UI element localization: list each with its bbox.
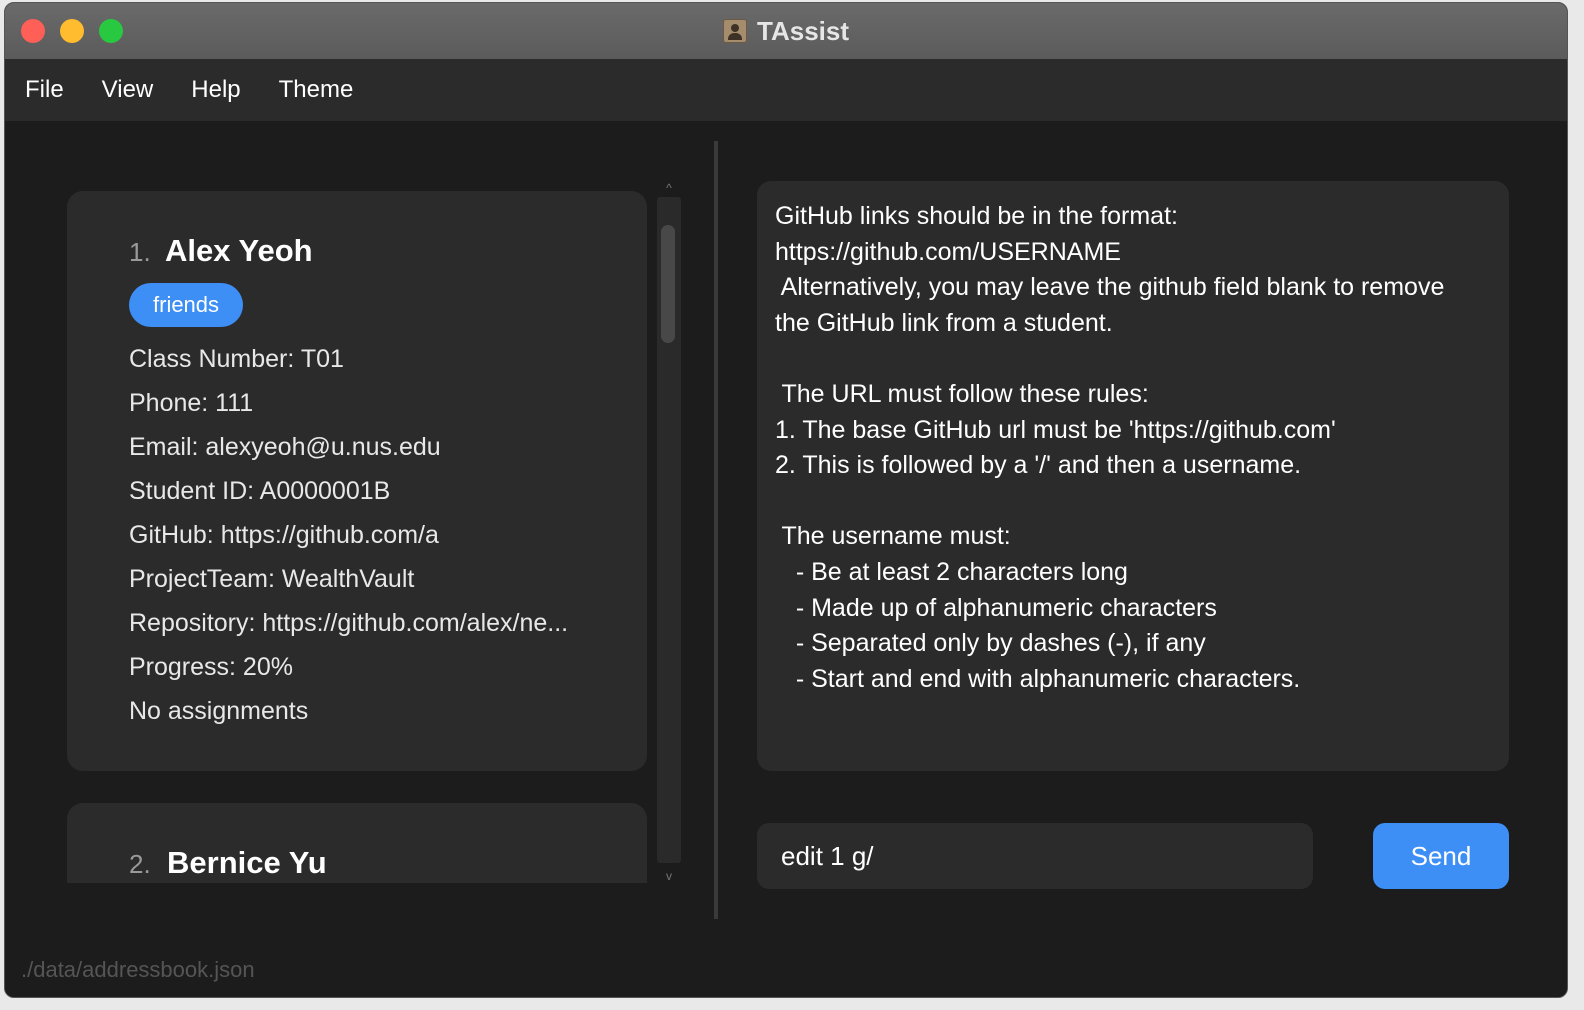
tag-badge: friends	[129, 283, 244, 327]
project-team-field: ProjectTeam: WealthVault	[129, 565, 415, 593]
student-name: Bernice Yu	[167, 845, 327, 880]
split-pane-divider[interactable]	[714, 141, 718, 919]
student-card[interactable]: 2. Bernice Yu	[67, 803, 647, 883]
result-display: GitHub links should be in the format: ht…	[757, 181, 1509, 771]
send-button[interactable]: Send	[1373, 823, 1509, 889]
scroll-thumb[interactable]	[661, 225, 675, 343]
student-name: Alex Yeoh	[165, 233, 313, 268]
address-book-icon	[723, 19, 747, 43]
email-field: Email: alexyeoh@u.nus.edu	[129, 433, 441, 461]
student-id-field: Student ID: A0000001B	[129, 477, 391, 505]
menu-file[interactable]: File	[25, 76, 64, 104]
command-input[interactable]	[757, 823, 1313, 889]
student-index: 1.	[129, 237, 151, 267]
progress-field: Progress: 20%	[129, 653, 293, 681]
scroll-up-arrow-icon[interactable]: ^	[657, 179, 681, 197]
window-title: TAssist	[757, 15, 849, 46]
repository-field: Repository: https://github.com/alex/ne..…	[129, 609, 569, 637]
result-message: GitHub links should be in the format: ht…	[775, 202, 1445, 693]
student-card[interactable]: 1. Alex Yeoh friends Class Number: T01 P…	[67, 191, 647, 771]
menu-bar: File View Help Theme	[5, 59, 1567, 121]
github-field: GitHub: https://github.com/a	[129, 521, 439, 549]
app-window: TAssist File View Help Theme 1. Alex Yeo…	[4, 2, 1568, 998]
list-scrollbar[interactable]: ^ v	[657, 179, 681, 885]
student-index: 2.	[129, 849, 151, 879]
student-list[interactable]: 1. Alex Yeoh friends Class Number: T01 P…	[67, 191, 647, 883]
menu-help[interactable]: Help	[191, 76, 240, 104]
scroll-track[interactable]	[657, 197, 681, 863]
scroll-down-arrow-icon[interactable]: v	[657, 867, 681, 885]
menu-view[interactable]: View	[102, 76, 154, 104]
window-title-group: TAssist	[5, 3, 1567, 59]
status-bar-path: ./data/addressbook.json	[21, 957, 255, 982]
main-content: 1. Alex Yeoh friends Class Number: T01 P…	[5, 121, 1567, 997]
menu-theme[interactable]: Theme	[279, 76, 354, 104]
class-number-field: Class Number: T01	[129, 345, 344, 373]
title-bar: TAssist	[5, 3, 1567, 60]
assignments-field: No assignments	[129, 697, 309, 725]
phone-field: Phone: 111	[129, 389, 254, 417]
